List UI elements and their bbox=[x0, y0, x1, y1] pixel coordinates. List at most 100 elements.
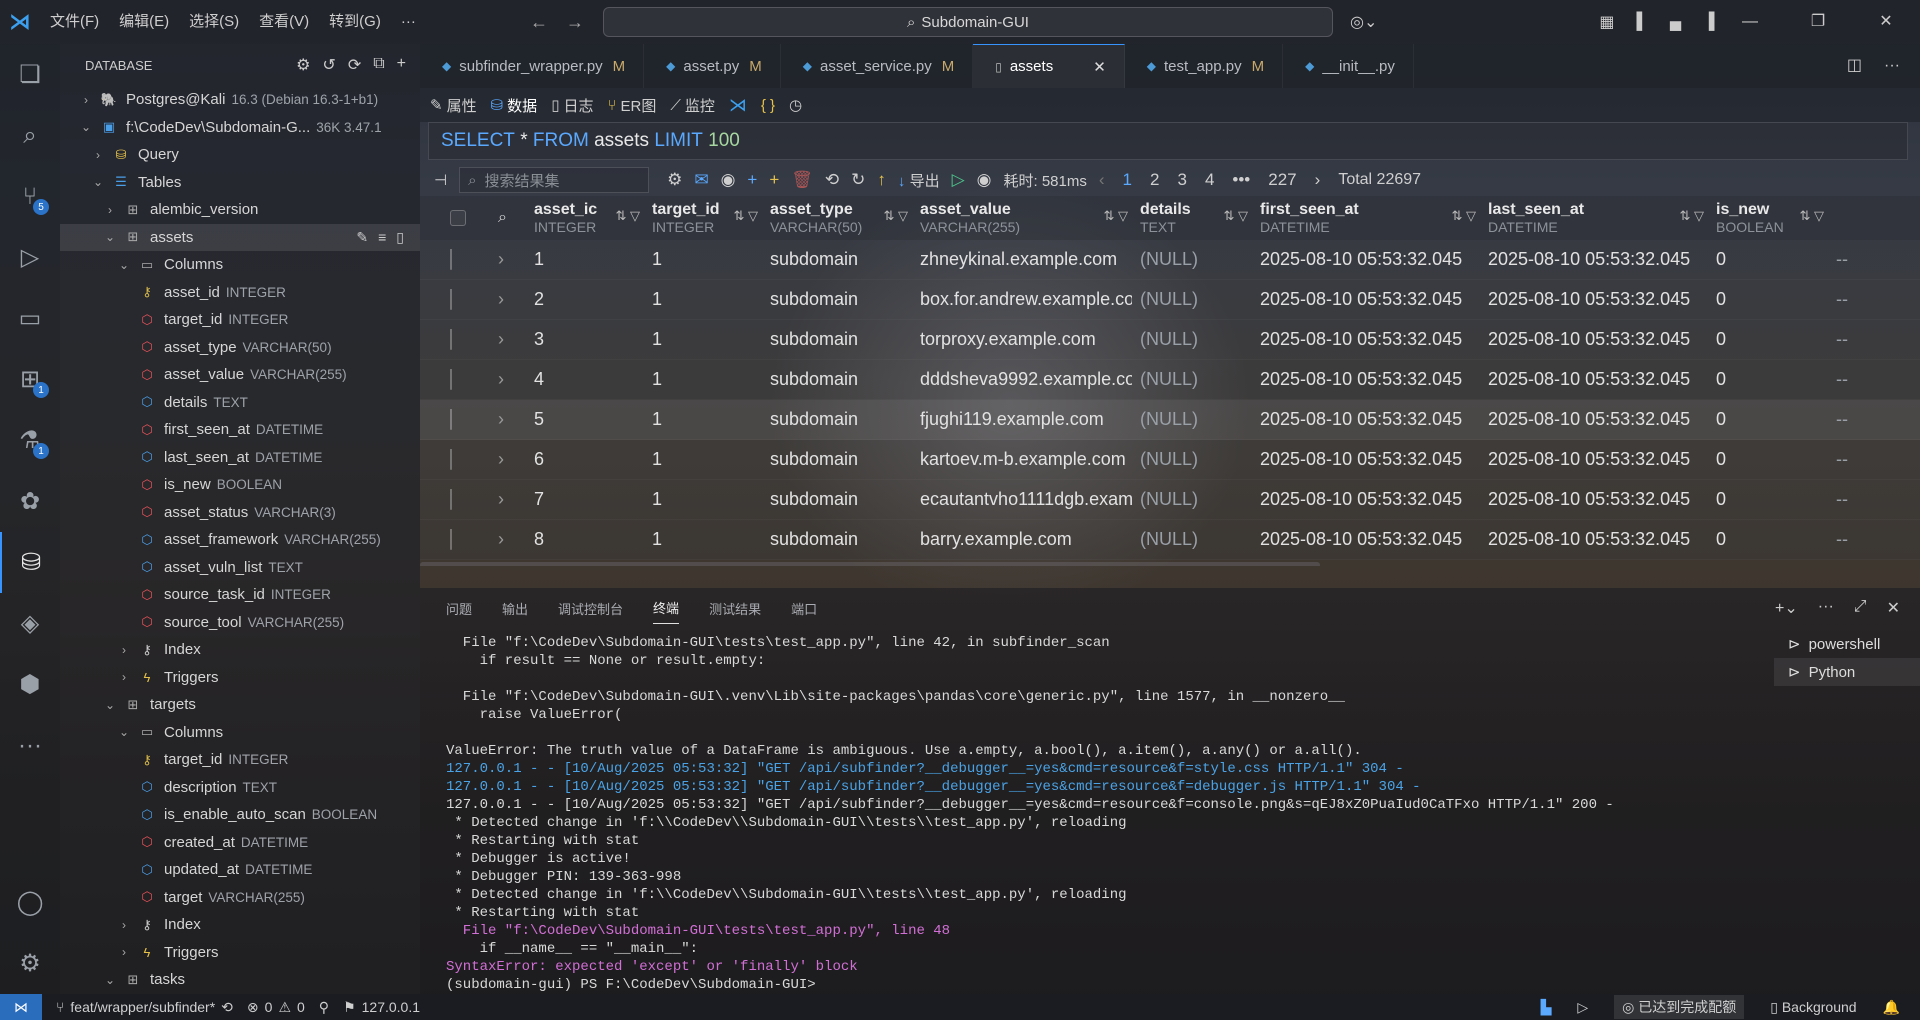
sort-filter-icon[interactable]: ⇅ ▽ bbox=[1799, 208, 1824, 224]
cell-first_seen_at[interactable]: 2025-08-10 05:53:32.045 bbox=[1252, 449, 1480, 470]
menu-edit[interactable]: 编辑(E) bbox=[109, 0, 179, 44]
row-checkbox[interactable] bbox=[450, 289, 452, 310]
row-select-cell[interactable] bbox=[420, 249, 490, 270]
tab-test-app[interactable]: ◆ test_app.py M bbox=[1125, 44, 1284, 88]
table-row[interactable]: › 2 1 subdomain box.for.andrew.example.com (N… bbox=[420, 280, 1920, 320]
cell-target_id[interactable]: 1 bbox=[644, 369, 762, 390]
cell-first_seen_at[interactable]: 2025-08-10 05:53:32.045 bbox=[1252, 529, 1480, 550]
copilot-icon[interactable]: ◎⌄ bbox=[1350, 12, 1377, 32]
tree-column-updated_at[interactable]: ⬡ updated_at DATETIME bbox=[60, 856, 420, 884]
more-views-icon[interactable]: ··· bbox=[0, 715, 60, 776]
list-icon[interactable]: ≡ bbox=[378, 229, 386, 246]
layers-icon[interactable]: ◈ bbox=[0, 593, 60, 654]
tree-table-alembic[interactable]: › ⊞ alembic_version bbox=[60, 196, 420, 224]
back-arrow-icon[interactable]: ← bbox=[530, 12, 548, 33]
tree-conn-sqlite[interactable]: ⌄ ▣ f:\CodeDev\Subdomain-G... 36K 3.47.1 bbox=[60, 114, 420, 142]
pin-icon[interactable]: ⊣ bbox=[434, 171, 447, 189]
remote-indicator-icon[interactable]: ⋈ bbox=[0, 994, 42, 1020]
tree-column-asset_value[interactable]: ⬡ asset_value VARCHAR(255) bbox=[60, 361, 420, 389]
panel-tab-test-results[interactable]: 测试结果 bbox=[709, 599, 761, 618]
account-icon[interactable]: ◯ bbox=[0, 872, 60, 933]
cell-asset_ic[interactable]: 7 bbox=[526, 489, 644, 510]
page-3[interactable]: 3 bbox=[1177, 170, 1186, 190]
user-icon[interactable]: ◉ bbox=[721, 170, 736, 190]
more-actions-icon[interactable]: ··· bbox=[1884, 44, 1900, 88]
cell-is_new[interactable]: 0 bbox=[1708, 529, 1828, 550]
upload-icon[interactable]: ↑ bbox=[877, 170, 886, 190]
select-all-checkbox[interactable] bbox=[450, 210, 466, 226]
notifications-icon[interactable]: 🔔 bbox=[1883, 999, 1900, 1016]
cell-first_seen_at[interactable]: 2025-08-10 05:53:32.045 bbox=[1252, 249, 1480, 270]
background-status[interactable]: ▯ Background bbox=[1770, 999, 1856, 1016]
expand-row-icon[interactable]: › bbox=[490, 329, 526, 350]
cell-asset_ic[interactable]: 3 bbox=[526, 329, 644, 350]
horizontal-scrollbar[interactable] bbox=[420, 562, 1320, 566]
row-checkbox[interactable] bbox=[450, 329, 452, 350]
grid-header-asset_type[interactable]: asset_type VARCHAR(50) ⇅ ▽ bbox=[762, 196, 912, 240]
cell-target_id[interactable]: 1 bbox=[644, 449, 762, 470]
search-view-icon[interactable]: ⌕ bbox=[0, 105, 60, 166]
terminal-output[interactable]: File "f:\CodeDev\Subdomain-GUI\tests\tes… bbox=[446, 634, 1746, 994]
extensions-icon[interactable]: ⊞ 1 bbox=[0, 349, 60, 410]
tree-column-source_task_id[interactable]: ⬡ source_task_id INTEGER bbox=[60, 581, 420, 609]
settings-gear-icon[interactable]: ⚙ bbox=[667, 170, 682, 190]
cell-asset_ic[interactable]: 2 bbox=[526, 289, 644, 310]
grid-header-is_new[interactable]: is_new BOOLEAN ⇅ ▽ bbox=[1708, 196, 1828, 240]
cube-icon[interactable]: ⬢ bbox=[0, 654, 60, 715]
manage-gear-icon[interactable]: ⚙ bbox=[0, 933, 60, 994]
tree-targets-columns[interactable]: ⌄ ▭ Columns bbox=[60, 719, 420, 747]
tab-asset-service[interactable]: ◆ asset_service.py M bbox=[781, 44, 974, 88]
tree-targets-triggers[interactable]: › ϟ Triggers bbox=[60, 939, 420, 967]
forward-arrow-icon[interactable]: → bbox=[566, 12, 584, 33]
toggle-sidebar-icon[interactable]: ▌ bbox=[1637, 13, 1648, 31]
cell-details[interactable]: (NULL) bbox=[1132, 409, 1252, 430]
toggle-secondary-sidebar-icon[interactable]: ▐ bbox=[1703, 13, 1714, 31]
cell-last_seen_at[interactable]: 2025-08-10 05:53:32.045 bbox=[1480, 249, 1708, 270]
cell-target_id[interactable]: 1 bbox=[644, 489, 762, 510]
tab-er[interactable]: ⑂ ER图 bbox=[607, 95, 656, 116]
cell-asset_type[interactable]: subdomain bbox=[762, 329, 912, 350]
close-tab-icon[interactable]: ✕ bbox=[1093, 58, 1106, 76]
sort-filter-icon[interactable]: ⇅ ▽ bbox=[1103, 208, 1128, 224]
tab-monitor[interactable]: ⟋ 监控 bbox=[670, 95, 715, 116]
row-select-cell[interactable] bbox=[420, 409, 490, 430]
cell-is_new[interactable]: 0 bbox=[1708, 489, 1828, 510]
edit-pencil-icon[interactable]: ✎ bbox=[356, 229, 368, 246]
expand-row-icon[interactable]: › bbox=[490, 409, 526, 430]
testing-icon[interactable]: ⚗ 1 bbox=[0, 410, 60, 471]
page-4[interactable]: 4 bbox=[1205, 170, 1214, 190]
tree-column-asset_id[interactable]: ⚷ asset_id INTEGER bbox=[60, 279, 420, 307]
maximize-panel-icon[interactable]: ⤢ bbox=[1854, 598, 1867, 618]
settings-gear-icon[interactable]: ⚙ bbox=[296, 55, 310, 75]
row-checkbox[interactable] bbox=[450, 369, 452, 390]
cell-asset_ic[interactable]: 8 bbox=[526, 529, 644, 550]
tree-column-source_tool[interactable]: ⬡ source_tool VARCHAR(255) bbox=[60, 609, 420, 637]
cell-asset_ic[interactable]: 5 bbox=[526, 409, 644, 430]
tree-column-first_seen_at[interactable]: ⬡ first_seen_at DATETIME bbox=[60, 416, 420, 444]
tab-data[interactable]: ⛁ 数据 bbox=[491, 95, 538, 116]
insert-icon[interactable]: + bbox=[769, 170, 779, 190]
split-editor-icon[interactable]: ◫ bbox=[1847, 44, 1862, 88]
menu-go[interactable]: 转到(G) bbox=[319, 0, 391, 44]
grid-header-details[interactable]: details TEXT ⇅ ▽ bbox=[1132, 196, 1252, 240]
cell-asset_value[interactable]: torproxy.example.com bbox=[912, 329, 1132, 350]
terminal-powershell[interactable]: ⊳ powershell bbox=[1774, 630, 1920, 658]
tree-column-is_enable_auto_scan[interactable]: ⬡ is_enable_auto_scan BOOLEAN bbox=[60, 801, 420, 829]
table-row[interactable]: › 1 1 subdomain zhneykinal.example.com (NULL)… bbox=[420, 240, 1920, 280]
tab-assets-table[interactable]: ▯ assets ✕ bbox=[973, 44, 1125, 88]
layout-icon[interactable]: ▙ bbox=[1541, 999, 1552, 1016]
sort-filter-icon[interactable]: ⇅ ▽ bbox=[1679, 208, 1704, 224]
cell-asset_value[interactable]: fjughi119.example.com bbox=[912, 409, 1132, 430]
refresh-icon[interactable]: ↻ bbox=[851, 170, 865, 190]
expand-row-icon[interactable]: › bbox=[490, 249, 526, 270]
tree-table-assets[interactable]: ⌄ ⊞ assets ✎ ≡ ▯ bbox=[60, 223, 420, 251]
panel-tab-ports[interactable]: 端口 bbox=[791, 599, 817, 618]
cell-target_id[interactable]: 1 bbox=[644, 329, 762, 350]
tree-assets-columns[interactable]: ⌄ ▭ Columns bbox=[60, 251, 420, 279]
cell-asset_type[interactable]: subdomain bbox=[762, 369, 912, 390]
panel-tab-debug-console[interactable]: 调试控制台 bbox=[558, 599, 623, 618]
panel-tab-terminal[interactable]: 终端 bbox=[653, 598, 680, 624]
expand-row-icon[interactable]: › bbox=[490, 489, 526, 510]
sort-filter-icon[interactable]: ⇅ ▽ bbox=[883, 208, 908, 224]
cell-details[interactable]: (NULL) bbox=[1132, 249, 1252, 270]
